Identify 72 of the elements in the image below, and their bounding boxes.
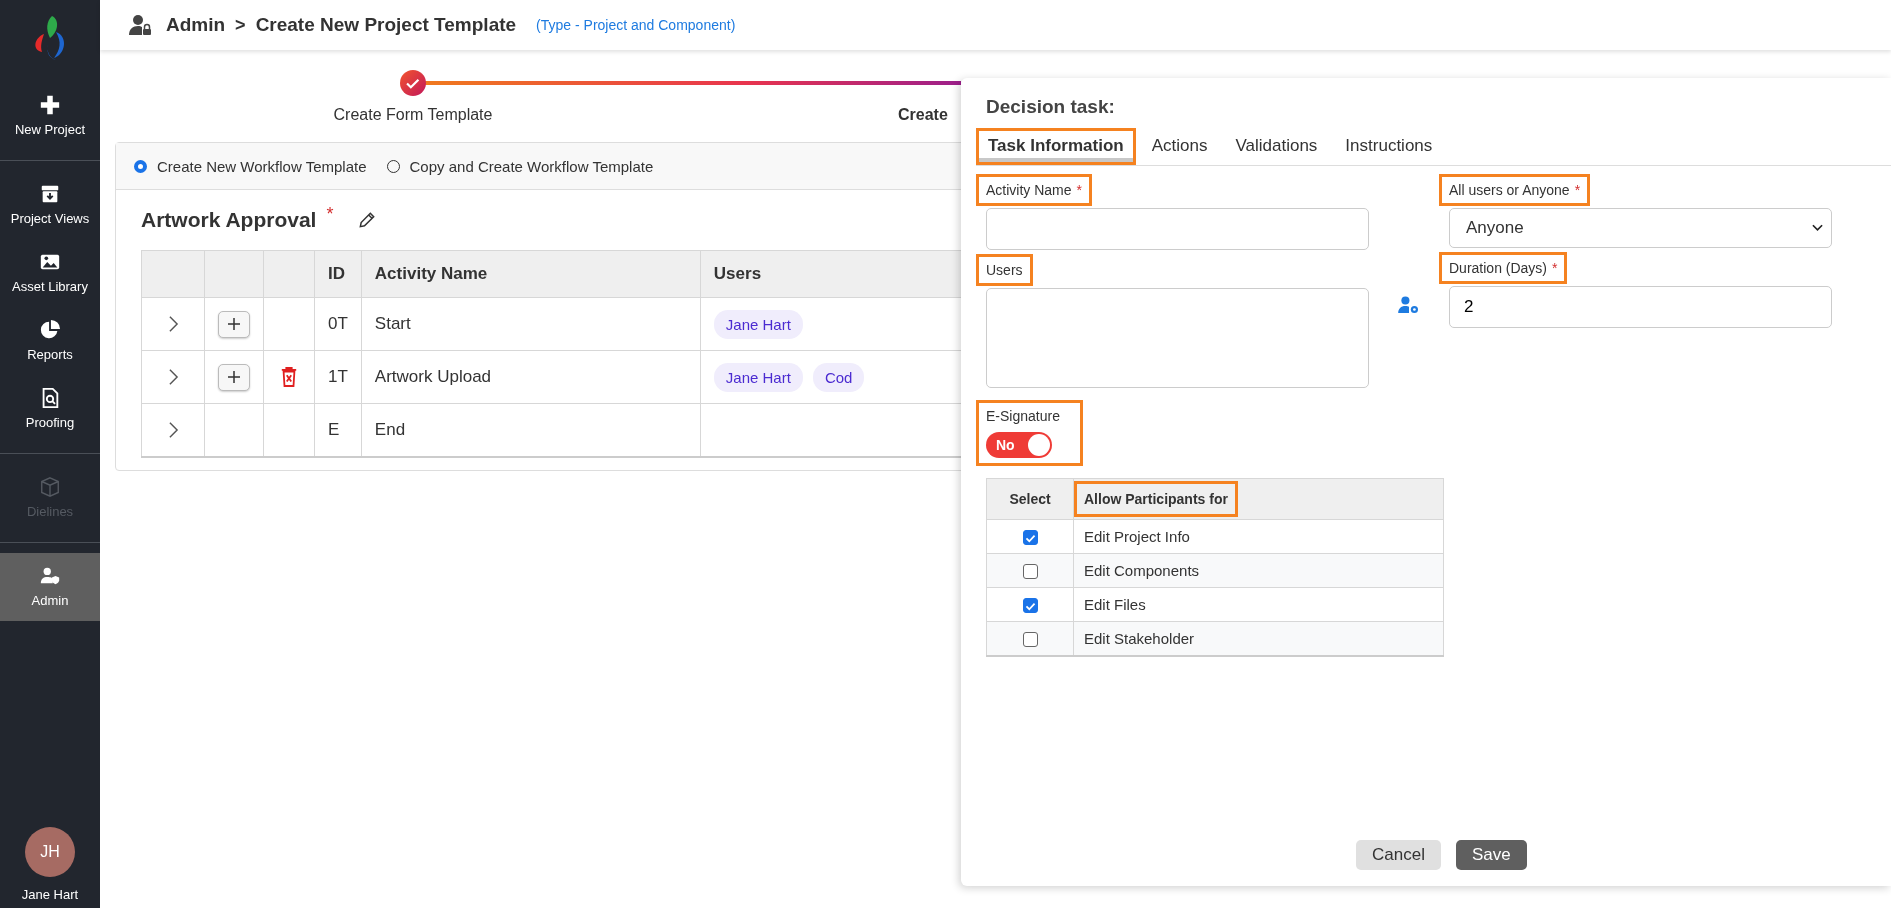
radio-option[interactable]: Copy and Create Workflow Template bbox=[386, 157, 654, 175]
field-label: Duration (Days) * bbox=[1439, 252, 1568, 284]
pencil-icon[interactable] bbox=[357, 210, 378, 230]
table-cell: Edit Stakeholder bbox=[1073, 621, 1444, 656]
chevron-down-icon bbox=[1812, 224, 1823, 232]
table-cell: Edit Components bbox=[1073, 553, 1444, 588]
table-cell: Start bbox=[361, 297, 701, 351]
e-signature-toggle[interactable]: No bbox=[986, 432, 1052, 458]
cancel-button[interactable]: Cancel bbox=[1356, 840, 1441, 870]
chevron-right-icon[interactable] bbox=[167, 315, 179, 333]
panel-title: Decision task: bbox=[986, 96, 1116, 118]
pie-chart-icon bbox=[39, 319, 61, 341]
field-label: Activity Name * bbox=[976, 174, 1093, 206]
delete-icon[interactable] bbox=[280, 366, 298, 388]
user-shield-icon bbox=[39, 565, 61, 587]
user-lock-icon bbox=[128, 13, 152, 37]
step-label: Create bbox=[898, 106, 948, 124]
radio-option[interactable]: Create New Workflow Template bbox=[134, 157, 367, 175]
required-mark: * bbox=[326, 204, 334, 225]
tab[interactable]: Validations bbox=[1223, 128, 1330, 165]
assignment-dropdown[interactable]: Anyone bbox=[1449, 208, 1832, 248]
duration-field[interactable]: 2 bbox=[1449, 286, 1832, 328]
field-label: E-Signature bbox=[986, 408, 1060, 424]
tab[interactable]: Instructions bbox=[1333, 128, 1445, 165]
checkbox[interactable] bbox=[1022, 632, 1038, 648]
field-label: All users or Anyone * bbox=[1439, 174, 1591, 206]
table-cell: 1T bbox=[314, 350, 362, 404]
tab[interactable]: Actions bbox=[1139, 128, 1220, 165]
tab[interactable]: Task Information bbox=[976, 128, 1136, 165]
user-chip: Cod bbox=[812, 362, 865, 392]
sidebar-item[interactable]: Asset Library bbox=[0, 239, 100, 307]
inbox-download-icon bbox=[39, 183, 61, 205]
chevron-right-icon[interactable] bbox=[167, 421, 179, 439]
user-chip: Jane Hart bbox=[713, 309, 803, 339]
checkbox[interactable] bbox=[1022, 530, 1038, 546]
workflow-title: Artwork Approval bbox=[141, 208, 317, 232]
user-chip: Jane Hart bbox=[713, 362, 803, 392]
table-cell: 0T bbox=[314, 297, 362, 351]
sidebar-item[interactable]: Project Views bbox=[0, 171, 100, 239]
checkbox[interactable] bbox=[1022, 598, 1038, 614]
field-label: Users bbox=[976, 254, 1033, 286]
plus-icon bbox=[226, 369, 242, 385]
user-avatar[interactable]: JH bbox=[25, 827, 75, 877]
sidebar-item[interactable]: Proofing bbox=[0, 375, 100, 443]
column-header: Users bbox=[700, 250, 961, 298]
user-name: Jane Hart bbox=[21, 887, 79, 902]
column-header: Activity Name bbox=[361, 250, 701, 298]
table-cell: Edit Project Info bbox=[1073, 519, 1444, 554]
box-icon bbox=[39, 476, 61, 498]
column-header: Select bbox=[1008, 490, 1052, 509]
add-button[interactable] bbox=[218, 310, 250, 338]
breadcrumb-separator: > bbox=[235, 14, 246, 36]
plus-icon bbox=[39, 94, 61, 116]
sidebar-item[interactable]: New Project bbox=[0, 82, 100, 150]
sidebar-item[interactable]: Reports bbox=[0, 307, 100, 375]
breadcrumb-item: Create New Project Template bbox=[255, 14, 517, 36]
activity-name-field[interactable] bbox=[986, 208, 1369, 250]
chevron-right-icon[interactable] bbox=[167, 368, 179, 386]
column-header: ID bbox=[314, 250, 362, 298]
sidebar-item[interactable]: Admin bbox=[0, 553, 100, 621]
checkbox[interactable] bbox=[1022, 564, 1038, 580]
breadcrumb-item[interactable]: Admin bbox=[166, 14, 226, 36]
template-type-note: (Type - Project and Component) bbox=[536, 17, 736, 33]
step-label: Create Form Template bbox=[332, 106, 494, 124]
add-button[interactable] bbox=[218, 363, 250, 391]
user-settings-icon[interactable] bbox=[1398, 296, 1420, 314]
plus-icon bbox=[226, 316, 242, 332]
users-field[interactable] bbox=[986, 288, 1369, 388]
column-header: Allow Participants for bbox=[1074, 481, 1238, 517]
table-cell: Edit Files bbox=[1073, 587, 1444, 622]
save-button[interactable]: Save bbox=[1455, 840, 1527, 870]
table-cell: Artwork Upload bbox=[361, 350, 701, 404]
